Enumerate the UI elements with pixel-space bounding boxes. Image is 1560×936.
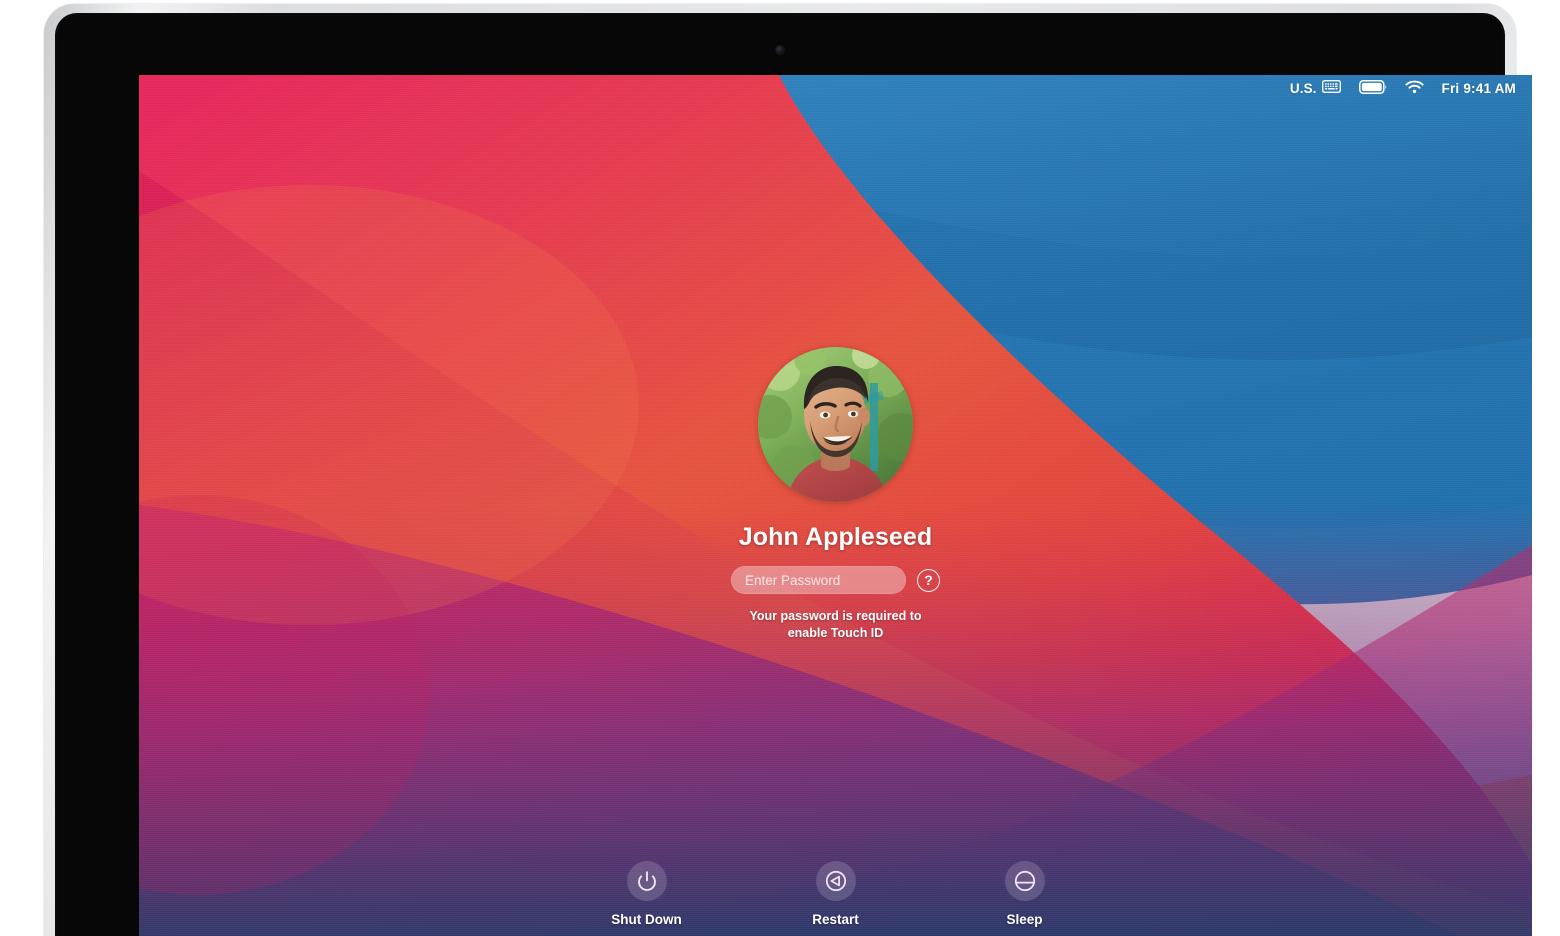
shut-down-button[interactable]: Shut Down <box>601 861 693 927</box>
power-icon <box>635 869 659 893</box>
restart-button[interactable]: Restart <box>790 861 882 927</box>
sleep-button[interactable]: Sleep <box>979 861 1071 927</box>
user-name: John Appleseed <box>738 523 933 551</box>
password-row: ? <box>731 566 940 594</box>
clock-label: Fri 9:41 AM <box>1441 80 1516 96</box>
login-panel: John Appleseed ? Your password is requir… <box>139 347 1532 642</box>
touch-id-hint-line2: enable Touch ID <box>787 625 884 640</box>
screen: U.S. Fri 9:41 AM John Appleseed ? Your p… <box>139 75 1532 936</box>
input-source-label: U.S. <box>1289 80 1317 96</box>
restart-circle <box>815 861 856 901</box>
menu-input-source[interactable]: U.S. <box>1289 79 1341 96</box>
keyboard-icon <box>1321 79 1341 96</box>
touch-id-hint: Your password is required to enable Touc… <box>736 608 936 642</box>
sleep-circle <box>1004 861 1045 901</box>
laptop-body: U.S. Fri 9:41 AM John Appleseed ? Your p… <box>44 4 1532 936</box>
sleep-label: Sleep <box>1006 912 1043 927</box>
wifi-icon <box>1404 80 1424 97</box>
password-input[interactable] <box>731 566 906 594</box>
menu-clock[interactable]: Fri 9:41 AM <box>1442 81 1516 96</box>
shut-down-label: Shut Down <box>611 912 682 927</box>
display-bezel: U.S. Fri 9:41 AM John Appleseed ? Your p… <box>55 13 1532 936</box>
menu-wifi[interactable] <box>1404 80 1424 97</box>
restart-icon <box>824 869 848 893</box>
restart-label: Restart <box>812 912 859 927</box>
power-actions: Shut Down Restart Sleep <box>139 861 1532 927</box>
menu-battery[interactable] <box>1358 79 1387 97</box>
touch-id-hint-line1: Your password is required to <box>749 609 922 623</box>
shut-down-circle <box>626 861 667 901</box>
avatar[interactable] <box>758 347 913 502</box>
screenshot-root: U.S. Fri 9:41 AM John Appleseed ? Your p… <box>0 0 1560 936</box>
camera-dot <box>776 46 784 54</box>
battery-icon <box>1358 79 1387 97</box>
menu-bar: U.S. Fri 9:41 AM <box>139 75 1532 101</box>
sleep-icon <box>1013 869 1037 893</box>
password-hint-help-button[interactable]: ? <box>917 568 940 592</box>
